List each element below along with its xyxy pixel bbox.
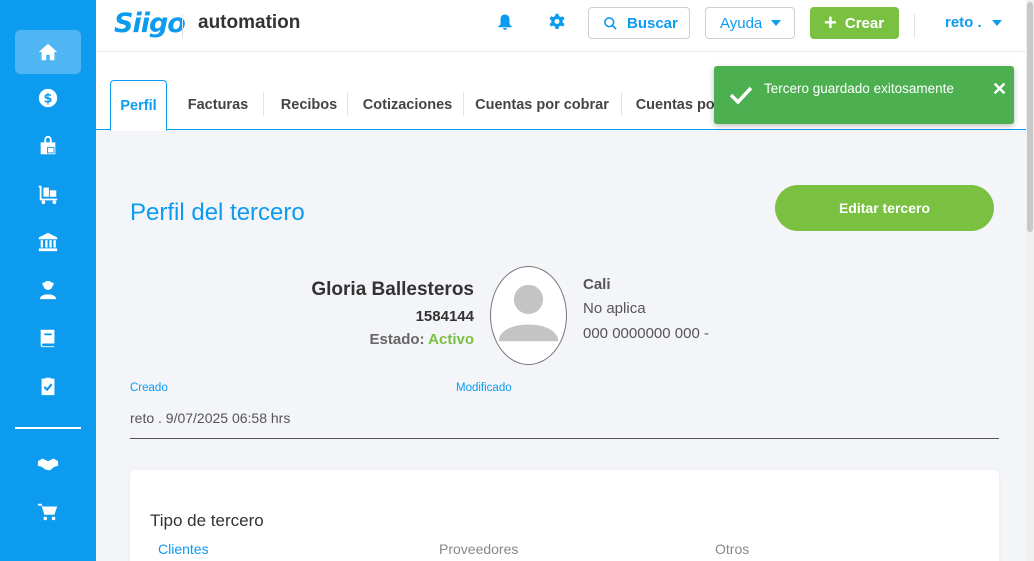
chevron-down-icon [771, 20, 782, 26]
bank-icon [38, 232, 58, 252]
tab-label: Recibos [280, 97, 338, 113]
sidebar-item-home[interactable] [15, 30, 81, 74]
search-icon [604, 16, 617, 30]
status-text: Estado: Activo [370, 331, 474, 348]
toast-message: Tercero guardado exitosamente [764, 81, 954, 96]
top-header: Siigo automation Buscar Ayuda + Crear re… [96, 0, 1026, 52]
card-title: Tipo de tercero [150, 511, 264, 530]
sidebar-item-inventory[interactable] [15, 172, 81, 216]
avatar-placeholder-icon [498, 284, 559, 342]
search-button[interactable]: Buscar [588, 7, 690, 39]
success-toast: Tercero guardado exitosamente ✕ [714, 66, 1014, 124]
sidebar-item-dollar[interactable]: $ [15, 76, 81, 120]
tab-divider [621, 92, 622, 116]
sidebar-item-bank[interactable] [15, 220, 81, 264]
header-divider [914, 14, 915, 38]
sidebar-item-tasks[interactable] [15, 364, 81, 408]
status-label: Estado: [369, 331, 425, 348]
edit-third-party-button[interactable]: Editar tercero [775, 185, 994, 231]
notifications-button[interactable] [496, 13, 516, 33]
scrollbar[interactable] [1026, 0, 1034, 561]
cart-icon [37, 503, 58, 521]
tab-divider [463, 92, 464, 116]
shopping-bag-icon [40, 135, 56, 155]
third-party-id: 1584144 [415, 308, 474, 325]
tab-label: Cuentas por [635, 97, 721, 113]
dollar-icon: $ [38, 88, 58, 108]
city: Cali [583, 276, 611, 293]
created-value: reto . 9/07/2025 06:58 hrs [130, 410, 291, 426]
home-icon [38, 43, 58, 61]
gear-icon [549, 13, 565, 30]
create-button[interactable]: + Crear [810, 7, 899, 39]
type-tab-otros[interactable]: Otros [715, 541, 749, 557]
avatar [490, 266, 567, 365]
tab-label: Perfil [120, 97, 157, 114]
sidebar-item-users[interactable] [15, 268, 81, 312]
plus-icon: + [824, 10, 837, 35]
tab-divider [263, 92, 264, 116]
tab-label: Cuentas por cobrar [475, 97, 609, 113]
tab-label: Cotizaciones [362, 97, 453, 113]
siigo-logo[interactable]: Siigo [114, 8, 186, 39]
user-menu[interactable]: reto . [945, 14, 1002, 31]
user-name: reto . [945, 14, 982, 31]
tab-recibos[interactable]: Recibos [272, 80, 346, 130]
bell-icon [498, 14, 512, 30]
type-tab-clientes[interactable]: Clientes [158, 541, 209, 557]
divider [130, 438, 999, 439]
user-icon [39, 280, 57, 300]
close-icon[interactable]: ✕ [992, 79, 1007, 100]
tab-cuentas-por-pagar[interactable]: Cuentas por [628, 80, 728, 130]
settings-button[interactable] [548, 13, 568, 33]
sidebar-item-sales[interactable] [15, 124, 81, 168]
modified-label: Modificado [456, 382, 512, 394]
sidebar-divider [15, 427, 81, 429]
chevron-down-icon [991, 19, 1002, 26]
help-label: Ayuda [720, 14, 763, 32]
book-icon [40, 329, 55, 348]
type-tab-proveedores[interactable]: Proveedores [439, 541, 518, 557]
clipboard-check-icon [41, 377, 55, 396]
status-badge: Activo [428, 331, 474, 348]
company-name: automation [198, 12, 301, 33]
tab-label: Facturas [187, 97, 249, 113]
tab-perfil[interactable]: Perfil [110, 80, 167, 131]
help-dropdown[interactable]: Ayuda [705, 7, 795, 39]
sidebar-item-store[interactable] [15, 490, 81, 534]
inventory-icon [38, 185, 58, 205]
search-button-label: Buscar [627, 14, 678, 32]
page-title: Perfil del tercero [130, 199, 305, 226]
tab-cotizaciones[interactable]: Cotizaciones [354, 80, 461, 130]
checkmark-icon [728, 84, 754, 106]
third-party-name: Gloria Ballesteros [311, 279, 474, 300]
svg-text:$: $ [44, 92, 53, 107]
created-label: Creado [130, 382, 168, 394]
header-divider [182, 14, 183, 38]
phone: 000 0000000 000 - [583, 325, 709, 342]
tab-divider [347, 92, 348, 116]
handshake-icon [37, 458, 59, 471]
third-party-type-card: Tipo de tercero Clientes Proveedores Otr… [130, 470, 999, 561]
sidebar-item-books[interactable] [15, 316, 81, 360]
create-label: Crear [844, 14, 885, 32]
tab-cuentas-por-cobrar[interactable]: Cuentas por cobrar [472, 80, 612, 130]
address: No aplica [583, 300, 646, 317]
tab-facturas[interactable]: Facturas [180, 80, 256, 130]
sidebar: $ [0, 0, 96, 561]
sidebar-item-partners[interactable] [15, 442, 81, 486]
scrollbar-thumb[interactable] [1027, 2, 1033, 232]
